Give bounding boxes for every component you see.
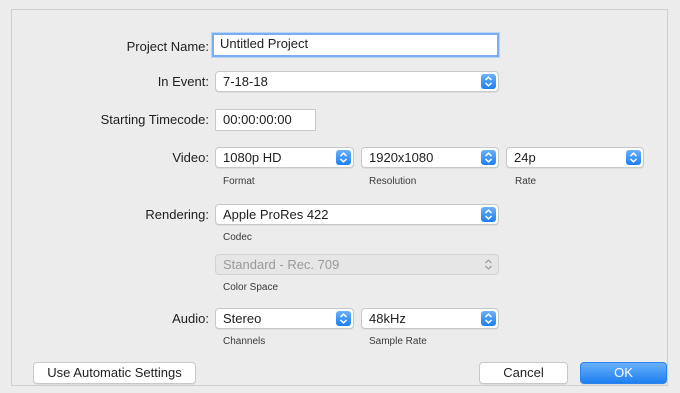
chevron-up-down-icon [626, 150, 641, 165]
chevron-up-down-icon [481, 207, 496, 222]
codec-value: Apple ProRes 422 [223, 207, 329, 222]
chevron-up-down-icon [481, 311, 496, 326]
audio-channels-value: Stereo [223, 311, 262, 326]
use-automatic-settings-button[interactable]: Use Automatic Settings [33, 362, 196, 384]
audio-label: Audio: [172, 311, 209, 326]
audio-sample-rate-value: 48kHz [369, 311, 406, 326]
starting-timecode-input[interactable]: 00:00:00:00 [215, 109, 316, 131]
audio-channels-popup[interactable]: Stereo [215, 308, 354, 329]
codec-caption: Codec [223, 232, 252, 243]
cancel-button[interactable]: Cancel [479, 362, 568, 384]
new-project-dialog: Project Name: Untitled Project In Event:… [11, 9, 668, 386]
video-resolution-value: 1920x1080 [369, 150, 434, 165]
codec-popup[interactable]: Apple ProRes 422 [215, 204, 499, 225]
video-resolution-popup[interactable]: 1920x1080 [361, 147, 499, 168]
format-caption: Format [223, 176, 255, 187]
ok-button[interactable]: OK [580, 362, 667, 384]
chevron-up-down-icon [336, 150, 351, 165]
chevron-up-down-icon [481, 257, 496, 272]
video-rate-value: 24p [514, 150, 536, 165]
video-format-popup[interactable]: 1080p HD [215, 147, 354, 168]
video-rate-popup[interactable]: 24p [506, 147, 644, 168]
in-event-value: 7-18-18 [223, 74, 268, 89]
color-space-popup: Standard - Rec. 709 [215, 254, 499, 275]
rate-caption: Rate [515, 176, 537, 187]
rendering-label: Rendering: [145, 207, 209, 222]
in-event-popup[interactable]: 7-18-18 [215, 71, 499, 92]
project-name-label: Project Name: [126, 39, 209, 54]
color-space-caption: Color Space [223, 282, 279, 293]
video-format-value: 1080p HD [223, 150, 282, 165]
video-label: Video: [172, 150, 209, 165]
starting-timecode-label: Starting Timecode: [100, 112, 209, 127]
channels-caption: Channels [223, 336, 266, 347]
color-space-value: Standard - Rec. 709 [223, 257, 340, 272]
project-name-input[interactable]: Untitled Project [212, 33, 499, 57]
chevron-up-down-icon [336, 311, 351, 326]
chevron-up-down-icon [481, 74, 496, 89]
in-event-label: In Event: [157, 74, 209, 89]
resolution-caption: Resolution [369, 176, 417, 187]
sample-rate-caption: Sample Rate [369, 336, 427, 347]
chevron-up-down-icon [481, 150, 496, 165]
audio-sample-rate-popup[interactable]: 48kHz [361, 308, 499, 329]
